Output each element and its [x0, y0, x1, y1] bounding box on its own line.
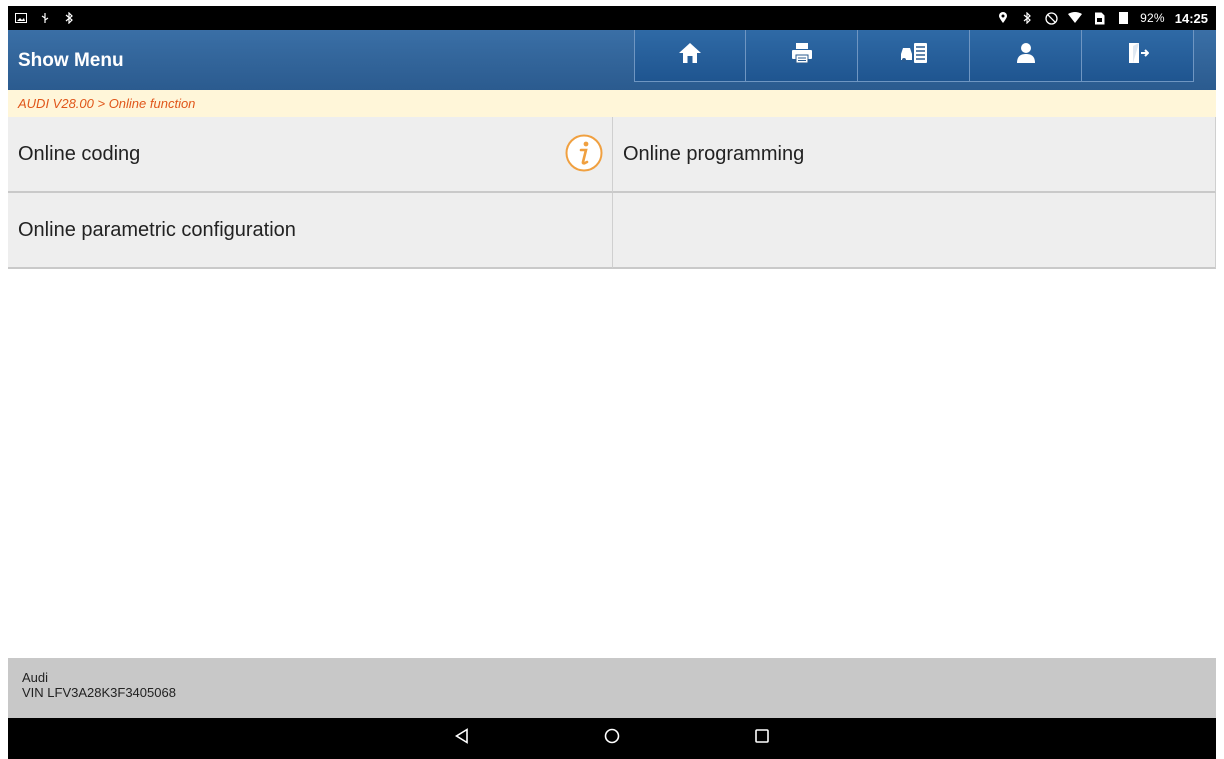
home-button[interactable]	[634, 30, 746, 82]
do-not-disturb-icon	[1044, 11, 1058, 25]
sim-icon	[1092, 11, 1106, 25]
user-icon	[1015, 42, 1037, 69]
menu-item-label: Online parametric configuration	[18, 218, 296, 241]
home-circle-icon	[604, 728, 620, 749]
menu-item-empty	[613, 193, 1216, 269]
battery-percent: 92%	[1140, 11, 1165, 25]
status-right: 92% 14:25	[996, 11, 1208, 26]
menu-item-online-programming[interactable]: Online programming	[613, 117, 1216, 193]
breadcrumb: AUDI V28.00 > Online function	[8, 90, 1216, 117]
clock: 14:25	[1174, 10, 1208, 26]
exit-icon	[1127, 42, 1149, 69]
home-nav-button[interactable]	[537, 718, 687, 759]
recents-icon	[755, 729, 769, 748]
menu-item-online-coding[interactable]: Online coding	[8, 117, 613, 193]
exit-button[interactable]	[1082, 30, 1194, 82]
vehicle-report-button[interactable]	[858, 30, 970, 82]
menu-item-label: Online programming	[623, 142, 805, 165]
system-nav-bar	[8, 718, 1216, 759]
print-button[interactable]	[746, 30, 858, 82]
user-button[interactable]	[970, 30, 1082, 82]
status-left	[14, 11, 76, 25]
vehicle-info-footer: Audi VIN LFV3A28K3F3405068	[8, 658, 1216, 718]
usb-icon	[38, 11, 52, 25]
menu-item-label: Online coding	[18, 142, 141, 165]
home-icon	[678, 42, 702, 69]
header-title[interactable]: Show Menu	[18, 30, 124, 90]
vehicle-make: Audi	[22, 670, 49, 685]
app-header: Show Menu	[8, 30, 1216, 90]
header-toolbar	[634, 30, 1194, 82]
vehicle-vin: VIN LFV3A28K3F3405068	[22, 685, 176, 700]
back-button[interactable]	[387, 718, 537, 759]
wifi-icon	[1068, 11, 1083, 25]
location-icon	[996, 11, 1010, 25]
screenshot-icon	[14, 11, 28, 25]
info-icon[interactable]	[564, 133, 604, 173]
back-icon	[454, 728, 470, 749]
vehicle-report-icon	[900, 42, 928, 69]
menu-item-online-parametric-configuration[interactable]: Online parametric configuration	[8, 193, 613, 269]
recents-button[interactable]	[687, 718, 837, 759]
bluetooth-icon	[62, 11, 76, 25]
function-menu: Online coding Online programming Online …	[8, 117, 1216, 269]
print-icon	[791, 42, 813, 69]
signal-icon	[1116, 11, 1130, 25]
status-bar: 92% 14:25	[8, 6, 1216, 30]
bluetooth-icon	[1020, 11, 1034, 25]
